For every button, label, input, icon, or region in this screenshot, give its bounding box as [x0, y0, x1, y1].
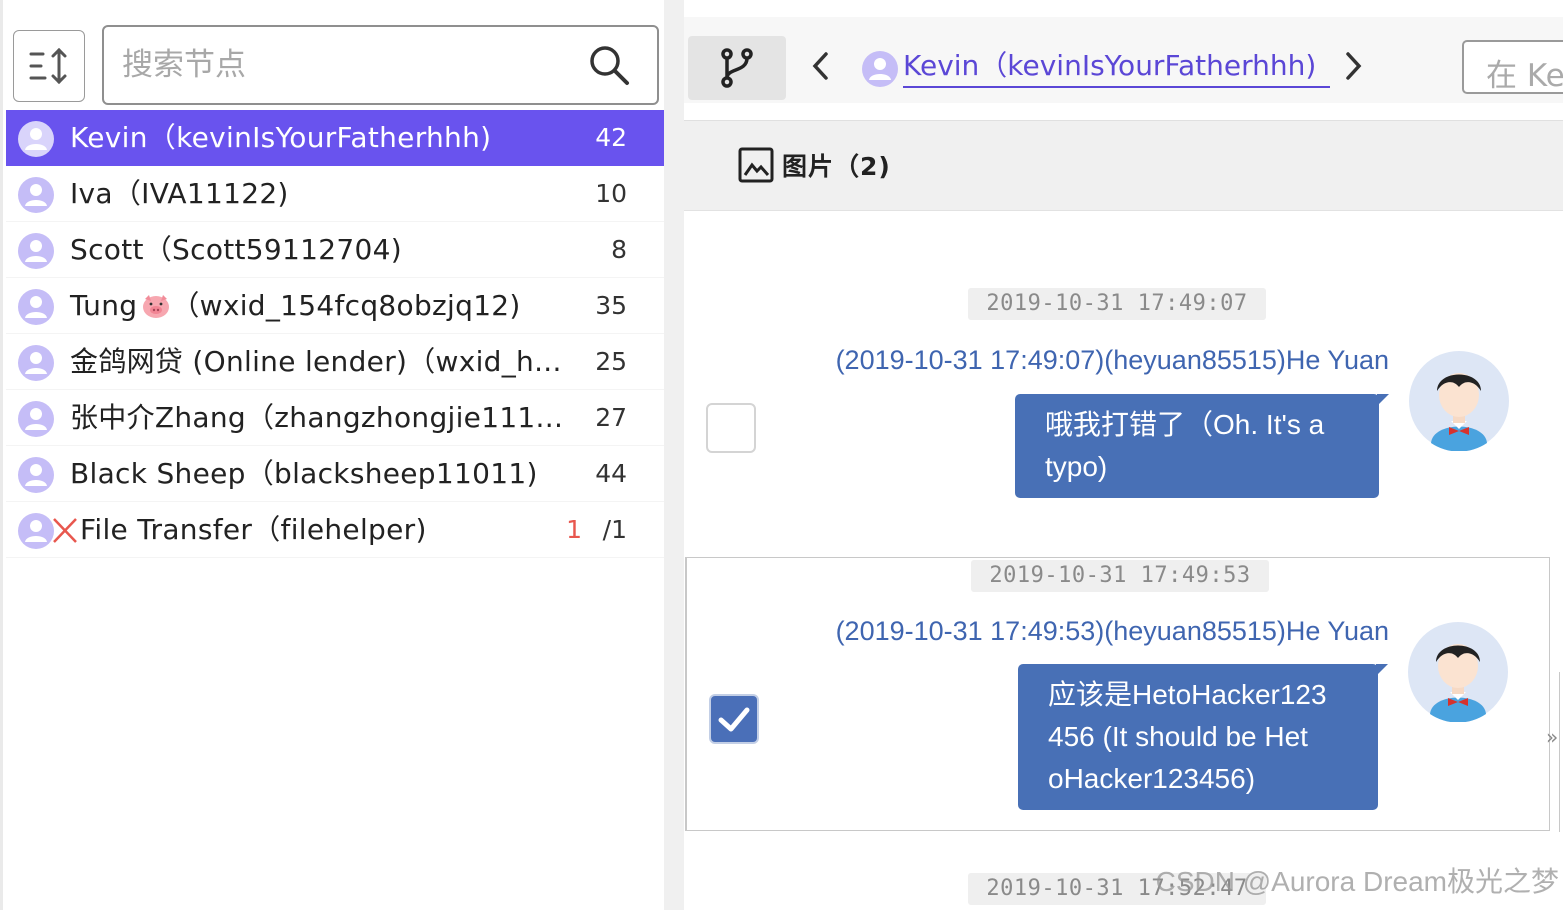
scope-search-input[interactable]: 在 Kevin	[1462, 40, 1563, 94]
contact-item[interactable]: 金鸽网贷 (Online lender)（wxid_h... 25	[6, 334, 667, 390]
contact-list: Kevin（kevinIsYourFatherhhh) 42 Iva（IVA11…	[6, 110, 667, 558]
user-avatar-icon	[18, 401, 54, 437]
message-count: 27	[595, 403, 627, 432]
message-timestamp: 2019-10-31 17:49:53	[971, 560, 1269, 592]
branch-icon	[721, 48, 753, 88]
contact-name: Tung （wxid_154fcq8obzjq12)	[70, 278, 521, 334]
message-count: 42	[595, 123, 627, 152]
message-count: 44	[595, 459, 627, 488]
contact-item[interactable]: Black Sheep（blacksheep11011) 44	[6, 446, 667, 502]
contact-name: Kevin（kevinIsYourFatherhhh)	[70, 121, 492, 154]
scope-search-text: 在 Kevin	[1486, 58, 1563, 94]
user-avatar-icon	[18, 457, 54, 493]
image-icon	[738, 147, 774, 183]
message-count: 35	[595, 291, 627, 320]
message-line: 哦我打错了（Oh. It's a	[1045, 409, 1325, 440]
message-bubble: 哦我打错了（Oh. It's a typo)	[1015, 394, 1389, 498]
cross-icon	[53, 518, 77, 543]
search-icon[interactable]	[587, 43, 631, 87]
expand-arrows-icon[interactable]: »	[1546, 725, 1558, 749]
contact-name: Black Sheep（blacksheep11011)	[70, 457, 538, 490]
contact-item[interactable]: Kevin（kevinIsYourFatherhhh) 42	[6, 110, 667, 166]
contact-name: 张中介Zhang（zhangzhongjie111...	[70, 401, 564, 434]
contact-item[interactable]: Iva（IVA11122) 10	[6, 166, 667, 222]
contact-name: 金鸽网贷 (Online lender)（wxid_h...	[70, 345, 562, 378]
contact-name-suffix: （wxid_154fcq8obzjq12)	[171, 289, 521, 322]
category-header[interactable]: 图片（2)	[684, 121, 1563, 211]
contact-item[interactable]: 张中介Zhang（zhangzhongjie111... 27	[6, 390, 667, 446]
user-avatar-icon	[18, 177, 54, 213]
contact-name-prefix: Tung	[70, 289, 138, 322]
user-avatar-icon	[862, 51, 898, 87]
user-avatar-icon	[18, 513, 54, 549]
chevron-right-icon[interactable]	[1338, 48, 1368, 84]
message-line: 456 (It should be Het	[1048, 721, 1308, 752]
pane-divider[interactable]	[664, 0, 684, 910]
sender-avatar	[1408, 622, 1508, 722]
contact-name: Scott（Scott59112704)	[70, 233, 402, 266]
message-count: 25	[595, 347, 627, 376]
search-box	[102, 25, 659, 105]
message-item: 2019-10-31 17:49:07 (2019-10-31 17:49:07…	[684, 271, 1549, 511]
category-label: 图片（2)	[782, 152, 891, 181]
message-count: 8	[611, 235, 627, 264]
message-count: 10	[595, 179, 627, 208]
contact-name: Iva（IVA11122)	[70, 177, 289, 210]
message-checkbox[interactable]	[706, 403, 756, 453]
unread-count: 1	[566, 515, 582, 544]
message-area: 图片（2) 2019-10-31 17:49:07 (2019-10-31 17…	[684, 120, 1563, 910]
watermark: CSDN @Aurora Dream极光之梦	[1155, 866, 1559, 897]
message-checkbox[interactable]	[709, 694, 759, 744]
message-item-selected: 2019-10-31 17:49:53 (2019-10-31 17:49:53…	[685, 557, 1550, 831]
chat-panel: Kevin（kevinIsYourFatherhhh) 在 Kevin 图片（2…	[684, 0, 1563, 910]
contact-item[interactable]: Tung （wxid_154fcq8obzjq12) 35	[6, 278, 667, 334]
contact-name: File Transfer（filehelper)	[80, 513, 427, 546]
message-line: oHacker123456)	[1048, 763, 1256, 794]
search-input[interactable]	[122, 39, 572, 91]
sort-icon	[29, 47, 67, 85]
message-sender: (2019-10-31 17:49:53)(heyuan85515)He Yua…	[835, 616, 1389, 646]
contact-panel: Kevin（kevinIsYourFatherhhh) 42 Iva（IVA11…	[0, 0, 667, 910]
sender-avatar	[1409, 351, 1509, 451]
message-count: /1	[602, 515, 627, 544]
message-line: typo)	[1045, 451, 1108, 482]
sort-button[interactable]	[13, 30, 85, 102]
message-bubble: 应该是HetoHacker123 456 (It should be Het o…	[1018, 664, 1388, 810]
message-timestamp: 2019-10-31 17:49:07	[968, 288, 1266, 320]
side-panel-edge	[1559, 672, 1563, 832]
pig-face-icon	[143, 295, 170, 318]
checkmark-icon	[718, 707, 750, 732]
user-avatar-icon	[18, 289, 54, 325]
user-avatar-icon	[18, 345, 54, 381]
contact-item[interactable]: Scott（Scott59112704) 8	[6, 222, 667, 278]
message-line: 应该是HetoHacker123	[1048, 679, 1327, 710]
breadcrumb-link[interactable]: Kevin（kevinIsYourFatherhhh)	[903, 44, 1331, 88]
branch-button[interactable]	[688, 36, 786, 100]
user-avatar-icon	[18, 233, 54, 269]
chevron-left-icon[interactable]	[806, 48, 836, 84]
contact-item[interactable]: File Transfer（filehelper) 1 /1	[6, 502, 667, 558]
message-sender: (2019-10-31 17:49:07)(heyuan85515)He Yua…	[835, 345, 1389, 375]
user-avatar-icon	[18, 121, 54, 157]
